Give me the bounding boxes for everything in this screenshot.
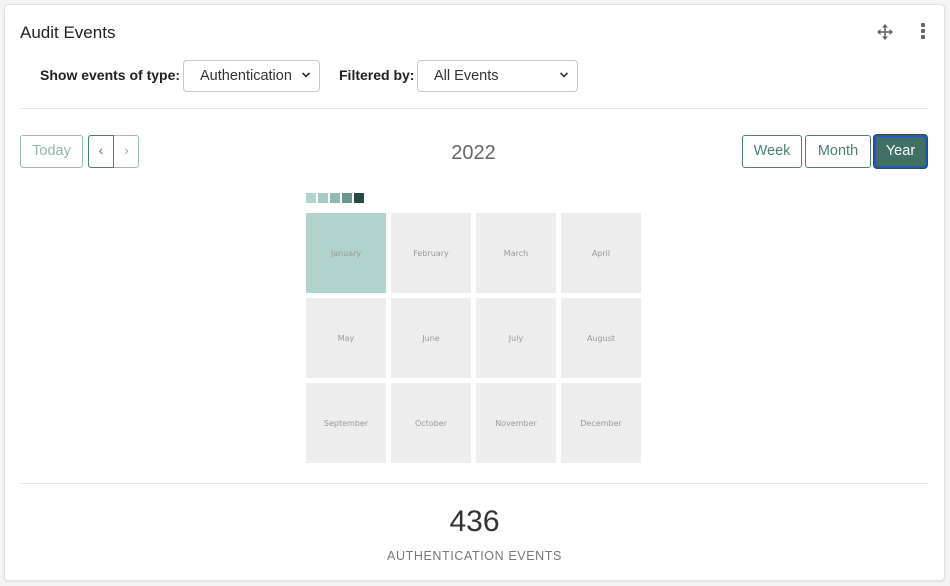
month-cell-april[interactable]: April [561, 213, 641, 293]
month-cell-june[interactable]: June [391, 298, 471, 378]
month-cell-march[interactable]: March [476, 213, 556, 293]
month-cell-february[interactable]: February [391, 213, 471, 293]
month-cell-september[interactable]: September [306, 383, 386, 463]
period-title: 2022 [451, 142, 496, 164]
divider [20, 108, 928, 109]
month-label: January [330, 248, 362, 258]
view-week-button[interactable]: Week [742, 135, 802, 168]
legend-swatch [318, 193, 328, 203]
event-type-label: Show events of type: [40, 67, 181, 83]
event-count: 436 [449, 505, 500, 538]
view-year-button[interactable]: Year [874, 135, 927, 168]
month-cell-october[interactable]: October [391, 383, 471, 463]
month-cell-december[interactable]: December [561, 383, 641, 463]
event-type-value: Authentication [200, 68, 292, 84]
chevron-down-icon [559, 72, 569, 78]
next-period-button[interactable]: › [114, 136, 139, 167]
month-cell-january[interactable]: January [306, 213, 386, 293]
filter-select[interactable]: All Events [417, 60, 578, 92]
month-cell-may[interactable]: May [306, 298, 386, 378]
chevron-right-icon: › [124, 142, 129, 158]
legend-swatch [342, 193, 352, 203]
month-label: July [508, 333, 524, 343]
month-label: February [413, 248, 449, 258]
widget-title: Audit Events [20, 23, 116, 42]
month-heatmap-grid: January February March April May June Ju… [306, 213, 646, 463]
kebab-menu-icon[interactable] [919, 23, 927, 41]
legend-swatch [354, 193, 364, 203]
legend-swatch [306, 193, 316, 203]
month-cell-november[interactable]: November [476, 383, 556, 463]
month-label: April [591, 248, 611, 258]
filter-label: Filtered by: [339, 67, 415, 83]
previous-period-button[interactable]: ‹ [88, 135, 114, 168]
filter-value: All Events [434, 68, 499, 84]
chevron-left-icon: ‹ [98, 142, 104, 158]
month-label: March [503, 248, 529, 258]
view-month-button[interactable]: Month [805, 135, 871, 168]
legend-swatch [330, 193, 340, 203]
period-nav-group: ‹ › [88, 135, 139, 168]
today-button[interactable]: Today [20, 135, 83, 168]
month-label: October [414, 418, 447, 428]
month-cell-august[interactable]: August [561, 298, 641, 378]
event-type-select[interactable]: Authentication [183, 60, 320, 92]
chevron-down-icon [301, 72, 311, 78]
month-cell-july[interactable]: July [476, 298, 556, 378]
move-arrows-icon[interactable] [877, 24, 893, 40]
month-label: November [495, 418, 537, 428]
month-label: August [587, 333, 615, 343]
month-label: December [580, 418, 622, 428]
month-label: September [323, 418, 369, 428]
event-count-label: AUTHENTICATION EVENTS [387, 549, 562, 563]
divider [20, 483, 928, 484]
heatmap-legend [306, 193, 364, 203]
month-label: May [337, 333, 355, 343]
audit-events-widget: Audit Events Show events of type: Authen… [4, 4, 945, 581]
month-label: June [422, 333, 440, 343]
